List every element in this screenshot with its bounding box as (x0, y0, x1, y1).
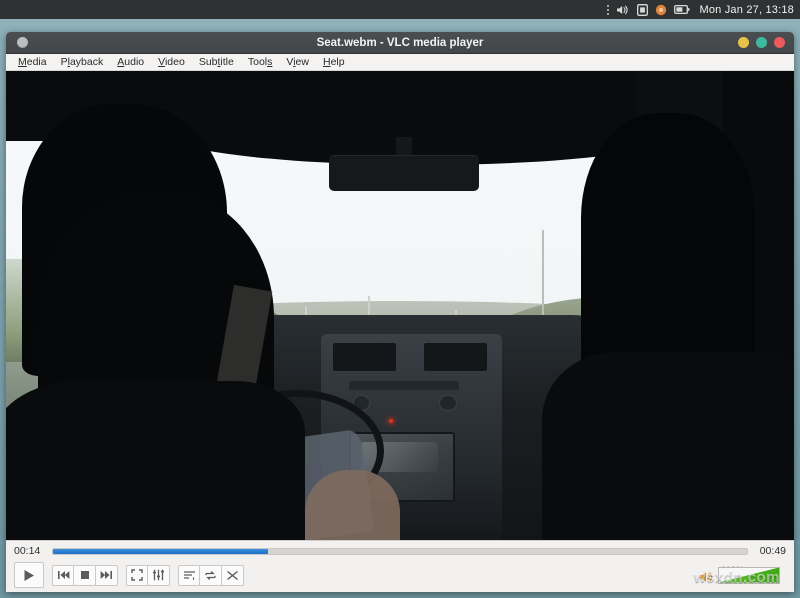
volume-fill (719, 568, 779, 583)
playlist-button[interactable] (178, 565, 200, 586)
play-button[interactable] (14, 562, 44, 588)
elapsed-time[interactable]: 00:14 (14, 545, 44, 557)
menu-view[interactable]: View (286, 54, 309, 70)
panel-clock[interactable]: Mon Jan 27, 13:18 (699, 4, 794, 16)
fullscreen-button[interactable] (126, 565, 148, 586)
menu-audio[interactable]: Audio (117, 54, 144, 70)
right-headrest (581, 113, 754, 376)
menu-help[interactable]: Help (323, 54, 345, 70)
video-output[interactable] (6, 71, 794, 540)
window-title: Seat.webm - VLC media player (6, 37, 794, 49)
minimize-button[interactable] (738, 37, 749, 48)
vlc-window: Seat.webm - VLC media player Media Playb… (6, 32, 794, 592)
menu-subtitle[interactable]: Subtitle (199, 54, 234, 70)
maximize-button[interactable] (756, 37, 767, 48)
window-titlebar[interactable]: Seat.webm - VLC media player (6, 32, 794, 54)
display-icon[interactable] (637, 4, 648, 16)
extended-settings-button[interactable] (148, 565, 170, 586)
rear-view-mirror (329, 155, 479, 190)
volume-zone: 100% wsxdn.com (699, 567, 786, 584)
system-tray (607, 4, 690, 16)
driver-hand (305, 470, 400, 540)
previous-button[interactable] (52, 565, 74, 586)
top-panel: Mon Jan 27, 13:18 (0, 0, 800, 19)
red-indicator-light (389, 419, 393, 423)
console-button-strip (349, 381, 459, 389)
menu-media[interactable]: Media (18, 54, 47, 70)
view-button-group (126, 565, 170, 586)
seek-row: 00:14 00:49 (6, 541, 794, 561)
stop-button[interactable] (74, 565, 96, 586)
seek-slider[interactable] (52, 548, 748, 555)
right-seat (542, 352, 794, 540)
menu-video[interactable]: Video (158, 54, 185, 70)
volume-icon[interactable] (616, 4, 630, 16)
window-controls (738, 37, 785, 48)
loop-button[interactable] (200, 565, 222, 586)
playlist-button-group (178, 565, 244, 586)
video-frame (6, 71, 794, 540)
transport-buttons: 100% wsxdn.com (6, 561, 794, 592)
menu-tools[interactable]: Tools (248, 54, 273, 70)
left-seat (6, 381, 305, 540)
desktop: Mon Jan 27, 13:18 Seat.webm - VLC media … (0, 0, 800, 598)
speaker-icon[interactable] (699, 570, 714, 584)
climate-knob-right (439, 395, 456, 411)
air-vent-left (333, 343, 396, 371)
random-button[interactable] (222, 565, 244, 586)
air-vent-right (424, 343, 487, 371)
next-button[interactable] (96, 565, 118, 586)
dots-menu-icon[interactable] (607, 5, 609, 15)
battery-icon[interactable] (674, 4, 690, 15)
player-controls: 00:14 00:49 (6, 540, 794, 592)
seek-progress-fill (53, 549, 268, 554)
menubar: Media Playback Audio Video Subtitle Tool… (6, 54, 794, 71)
volume-slider[interactable] (718, 567, 780, 584)
menu-playback[interactable]: Playback (61, 54, 104, 70)
window-menu-button[interactable] (17, 37, 28, 48)
update-icon[interactable] (655, 4, 667, 16)
total-time[interactable]: 00:49 (756, 545, 786, 557)
close-button[interactable] (774, 37, 785, 48)
skip-button-group (52, 565, 118, 586)
